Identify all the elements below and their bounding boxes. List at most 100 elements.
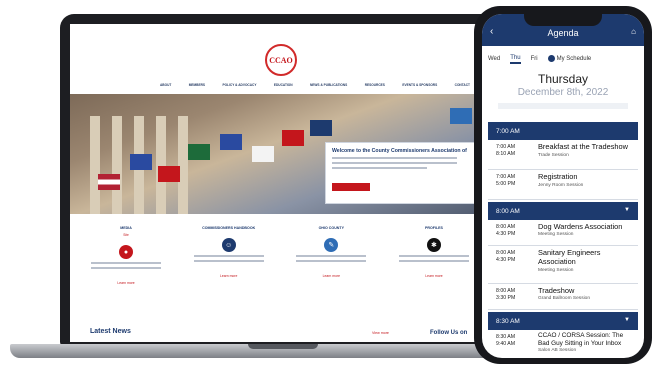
hero-banner: Welcome to the County Commissioners Asso… xyxy=(70,94,490,214)
latest-news-heading: Latest News xyxy=(90,328,131,335)
text-line xyxy=(398,255,469,257)
my-schedule-toggle[interactable]: My Schedule xyxy=(547,55,592,63)
card-link[interactable]: Learn more xyxy=(80,281,172,285)
building-pillar xyxy=(112,116,122,214)
welcome-title: Welcome to the County Commissioners Asso… xyxy=(332,148,468,154)
card-link[interactable]: Learn more xyxy=(183,274,275,278)
nav-item[interactable]: EVENTS & SPONSORS xyxy=(402,83,437,87)
session-start: 8:00 AM xyxy=(496,288,516,294)
session-times: 8:00 AM 3:30 PM xyxy=(496,288,515,302)
flag-icon xyxy=(282,130,304,146)
flag-icon xyxy=(130,154,152,170)
flag-icon xyxy=(98,174,120,190)
chat-bubble-icon: ● xyxy=(119,245,133,259)
session-start: 8:30 AM xyxy=(496,334,516,340)
feature-card[interactable]: PROFILES ✱ Learn more xyxy=(388,220,480,315)
card-link[interactable]: Learn more xyxy=(388,274,480,278)
nav-item[interactable]: ABOUT xyxy=(160,83,171,87)
session-end: 4:30 PM xyxy=(496,231,516,237)
filter-fri[interactable]: Fri xyxy=(531,56,538,62)
session-start: 8:00 AM xyxy=(496,250,516,256)
news-link[interactable]: View more xyxy=(372,331,389,335)
building-pillar xyxy=(156,116,166,214)
feature-card[interactable]: OHIO COUNTY ✎ Learn more xyxy=(285,220,377,315)
flag-icon xyxy=(450,108,472,124)
feature-cards: MEDIA Site ● Learn more COMMISSIONERS HA… xyxy=(80,220,480,315)
follow-us-heading: Follow Us on xyxy=(430,330,468,336)
text-line xyxy=(296,255,367,257)
nav-item[interactable]: MEMBERS xyxy=(189,83,205,87)
time-group-header[interactable]: 8:00 AM ▼ xyxy=(488,202,638,220)
text-line xyxy=(91,262,161,264)
flag-icon xyxy=(310,120,332,136)
session-title: Sanitary Engineers Association xyxy=(538,248,601,266)
site-nav: ABOUT MEMBERS POLICY & ADVOCACY EDUCATIO… xyxy=(160,80,470,90)
session-item[interactable]: 8:00 AM 3:30 PM Tradeshow Grand Ballroom… xyxy=(488,284,638,310)
session-times: 7:00 AM 5:00 PM xyxy=(496,174,515,188)
feature-card[interactable]: MEDIA Site ● Learn more xyxy=(80,220,172,315)
card-link[interactable]: Learn more xyxy=(285,274,377,278)
session-title: Breakfast at the Tradeshow xyxy=(538,142,628,151)
session-title: CCAO / CORSA Session: The Bad Guy Sittin… xyxy=(538,332,624,347)
session-item[interactable]: 7:00 AM 5:00 PM Registration Jenny Room … xyxy=(488,170,638,200)
welcome-box: Welcome to the County Commissioners Asso… xyxy=(325,142,475,204)
session-item[interactable]: 8:30 AM 9:40 AM CCAO / CORSA Session: Th… xyxy=(488,330,638,358)
text-line xyxy=(398,260,469,262)
logo-text: CCAO xyxy=(269,55,293,65)
session-location: Meeting Session xyxy=(538,268,574,273)
caret-down-icon: ▼ xyxy=(624,207,630,213)
caret-down-icon: ▼ xyxy=(624,317,630,323)
app-title: Agenda xyxy=(547,28,579,38)
nav-item[interactable]: RESOURCES xyxy=(365,83,385,87)
session-end: 3:30 PM xyxy=(496,295,516,301)
session-start: 7:00 AM xyxy=(496,144,516,150)
session-location: Meeting Session xyxy=(538,232,574,237)
building-pillar xyxy=(90,116,100,214)
nav-item[interactable]: POLICY & ADVOCACY xyxy=(222,83,256,87)
search-bar[interactable] xyxy=(498,103,628,109)
card-title: MEDIA xyxy=(120,226,132,230)
nav-item[interactable]: NEWS & PUBLICATIONS xyxy=(310,83,347,87)
session-end: 4:30 PM xyxy=(496,257,516,263)
text-line xyxy=(91,267,161,269)
site-logo[interactable]: CCAO xyxy=(265,44,297,76)
day-date: December 8th, 2022 xyxy=(517,87,609,98)
wrench-icon: ✎ xyxy=(324,238,339,252)
session-times: 7:00 AM 8:10 AM xyxy=(496,144,515,158)
building-pillar xyxy=(178,116,188,214)
text-line xyxy=(193,255,264,257)
time-group-label: 8:30 AM xyxy=(496,318,520,325)
session-item[interactable]: 8:00 AM 4:30 PM Sanitary Engineers Assoc… xyxy=(488,246,638,284)
session-end: 9:40 AM xyxy=(496,341,516,347)
nav-item[interactable]: EDUCATION xyxy=(274,83,293,87)
welcome-button[interactable] xyxy=(332,183,370,191)
text-line xyxy=(296,260,367,262)
flag-icon xyxy=(220,134,242,150)
session-item[interactable]: 8:00 AM 4:30 PM Dog Wardens Association … xyxy=(488,220,638,246)
session-location: Jenny Room Session xyxy=(538,183,584,188)
nav-item[interactable]: CONTACT xyxy=(455,83,470,87)
filter-wed[interactable]: Wed xyxy=(488,56,500,62)
session-location: Salon AB Session xyxy=(538,348,577,353)
person-icon: ☺ xyxy=(221,238,236,252)
session-start: 7:00 AM xyxy=(496,174,516,180)
settings-icon: ✱ xyxy=(426,238,441,252)
time-group-label: 7:00 AM xyxy=(496,128,520,135)
flag-icon xyxy=(158,166,180,182)
my-schedule-label: My Schedule xyxy=(556,56,592,63)
filter-thu[interactable]: Thu xyxy=(510,55,521,64)
time-group-header[interactable]: 8:30 AM ▼ xyxy=(488,312,638,330)
time-group-header[interactable]: 7:00 AM xyxy=(488,122,638,140)
session-times: 8:00 AM 4:30 PM xyxy=(496,250,515,264)
session-title: Tradeshow xyxy=(538,286,575,295)
time-group-label: 8:00 AM xyxy=(496,208,520,215)
text-line xyxy=(193,260,264,262)
feature-card[interactable]: COMMISSIONERS HANDBOOK ☺ Learn more xyxy=(183,220,275,315)
session-title: Dog Wardens Association xyxy=(538,222,623,231)
toggle-dot-icon xyxy=(547,55,555,63)
text-line xyxy=(332,167,428,169)
session-item[interactable]: 7:00 AM 8:10 AM Breakfast at the Tradesh… xyxy=(488,140,638,170)
flag-icon xyxy=(252,146,274,162)
session-times: 8:00 AM 4:30 PM xyxy=(496,224,515,238)
home-icon[interactable]: ⌂ xyxy=(631,27,636,36)
